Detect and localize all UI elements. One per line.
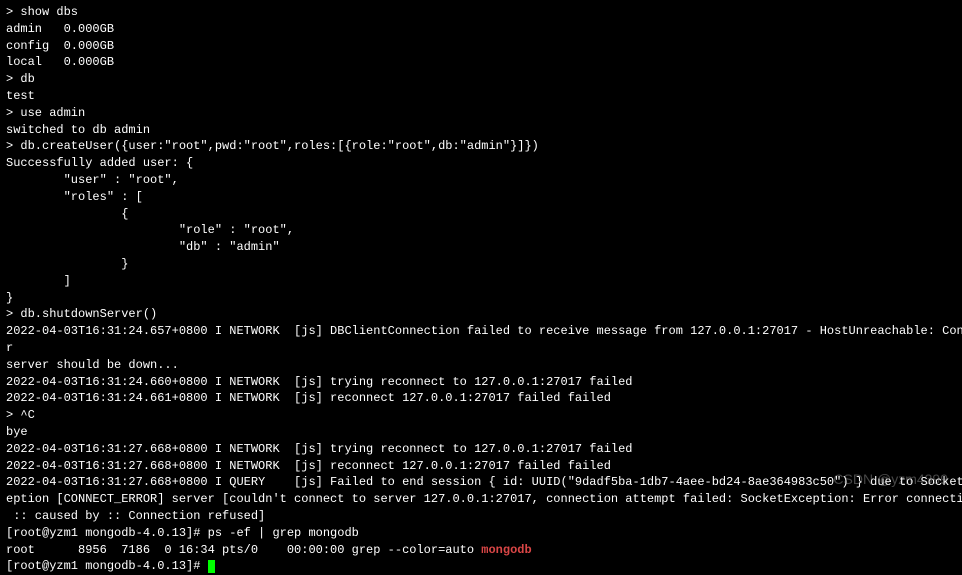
mongo-cmd-shutdown: > db.shutdownServer() bbox=[6, 306, 956, 323]
mongo-ctrl-c: > ^C bbox=[6, 407, 956, 424]
role-field: "role" : "root", bbox=[6, 222, 956, 239]
mongo-cmd-show-dbs: > show dbs bbox=[6, 4, 956, 21]
switched-db-msg: switched to db admin bbox=[6, 122, 956, 139]
roles-open: "roles" : [ bbox=[6, 189, 956, 206]
log-reconnect-fail-2: 2022-04-03T16:31:27.668+0800 I NETWORK [… bbox=[6, 458, 956, 475]
user-field: "user" : "root", bbox=[6, 172, 956, 189]
role-obj-close: } bbox=[6, 256, 956, 273]
mongo-cmd-create-user: > db.createUser({user:"root",pwd:"root",… bbox=[6, 138, 956, 155]
shell-prompt-ps: [root@yzm1 mongodb-4.0.13]# ps -ef | gre… bbox=[6, 525, 956, 542]
server-down-msg: server should be down... bbox=[6, 357, 956, 374]
grep-match: mongodb bbox=[481, 543, 531, 557]
cursor-icon bbox=[208, 560, 215, 573]
create-user-success: Successfully added user: { bbox=[6, 155, 956, 172]
mongo-cmd-db: > db bbox=[6, 71, 956, 88]
grep-result-prefix: root 8956 7186 0 16:34 pts/0 00:00:00 gr… bbox=[6, 543, 481, 557]
log-reconnect-try-2: 2022-04-03T16:31:27.668+0800 I NETWORK [… bbox=[6, 441, 956, 458]
terminal-output[interactable]: > show dbs admin 0.000GB config 0.000GB … bbox=[6, 4, 956, 575]
mongo-cmd-use-admin: > use admin bbox=[6, 105, 956, 122]
mongo-bye: bye bbox=[6, 424, 956, 441]
user-obj-close: } bbox=[6, 290, 956, 307]
current-db: test bbox=[6, 88, 956, 105]
log-dbclient-fail: 2022-04-03T16:31:24.657+0800 I NETWORK [… bbox=[6, 323, 956, 340]
log-dbclient-fail-cont: r bbox=[6, 340, 956, 357]
log-connect-error-cont: :: caused by :: Connection refused] bbox=[6, 508, 956, 525]
log-end-session-fail: 2022-04-03T16:31:27.668+0800 I QUERY [js… bbox=[6, 474, 956, 491]
shell-cmd-ps-grep: ps -ef | grep mongodb bbox=[208, 526, 359, 540]
shell-prompt-prefix: [root@yzm1 mongodb-4.0.13]# bbox=[6, 559, 208, 573]
db-field: "db" : "admin" bbox=[6, 239, 956, 256]
roles-close: ] bbox=[6, 273, 956, 290]
db-list-admin: admin 0.000GB bbox=[6, 21, 956, 38]
watermark-text: CSDN @yzm4399 bbox=[833, 470, 948, 490]
shell-prompt-prefix: [root@yzm1 mongodb-4.0.13]# bbox=[6, 526, 208, 540]
log-reconnect-try-1: 2022-04-03T16:31:24.660+0800 I NETWORK [… bbox=[6, 374, 956, 391]
role-obj-open: { bbox=[6, 206, 956, 223]
db-list-config: config 0.000GB bbox=[6, 38, 956, 55]
log-reconnect-fail-1: 2022-04-03T16:31:24.661+0800 I NETWORK [… bbox=[6, 390, 956, 407]
shell-prompt-active[interactable]: [root@yzm1 mongodb-4.0.13]# bbox=[6, 558, 956, 575]
grep-result: root 8956 7186 0 16:34 pts/0 00:00:00 gr… bbox=[6, 542, 956, 559]
db-list-local: local 0.000GB bbox=[6, 54, 956, 71]
